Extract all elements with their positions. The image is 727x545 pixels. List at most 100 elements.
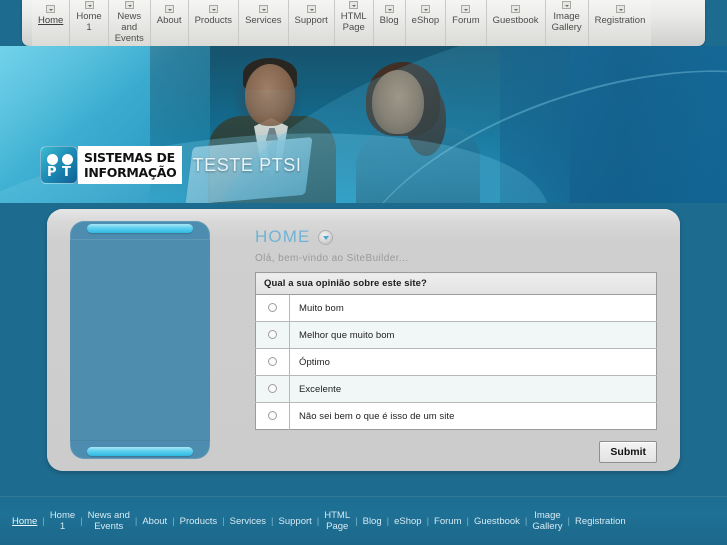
chevron-down-icon[interactable] [306, 5, 316, 13]
nav-item-products[interactable]: Products [187, 0, 239, 46]
footer: Home | Home 1 | News and Events | About | Produc… [0, 496, 727, 545]
site-title: TESTE PTSI [192, 154, 302, 175]
footer-item-about[interactable]: About [138, 516, 171, 527]
poll-option-label: Não sei bem o que é isso de um site [299, 410, 455, 422]
submit-row: Submit [255, 441, 657, 463]
banner-figure-man-head [245, 64, 295, 126]
chevron-down-icon[interactable] [258, 5, 268, 13]
logo-wordmark: SISTEMAS DE INFORMAÇÃO [78, 146, 182, 184]
content-panel-inner: HOME Olá, bem-vindo ao SiteBuilder... Qu… [47, 209, 680, 471]
poll-table-body: Muito bom Melhor que muito bom Óptimo Excel… [255, 294, 657, 430]
chevron-down-icon[interactable] [562, 1, 572, 9]
chevron-down-icon[interactable] [384, 5, 394, 13]
content-panel: HOME Olá, bem-vindo ao SiteBuilder... Qu… [47, 209, 680, 471]
logo-dot-right [62, 154, 73, 165]
nav-item-html-page[interactable]: HTML Page [333, 0, 373, 46]
footer-item-html-page[interactable]: HTML Page [320, 510, 354, 532]
nav-item-guestbook[interactable]: Guestbook [485, 0, 545, 46]
submit-button[interactable]: Submit [599, 441, 657, 463]
nav-item-forum[interactable]: Forum [445, 0, 486, 46]
footer-item-support[interactable]: Support [275, 516, 316, 527]
radio-button-icon[interactable] [268, 384, 277, 394]
poll-radio-cell[interactable] [255, 375, 290, 403]
chevron-down-circle-icon[interactable] [318, 229, 334, 245]
nav-item-image-gallery[interactable]: Image Gallery [544, 0, 588, 46]
nav-item-about[interactable]: About [149, 0, 188, 46]
poll-radio-cell[interactable] [255, 402, 290, 430]
nav-item-label: Image Gallery [551, 11, 582, 33]
sidebar-panel-body [70, 239, 210, 441]
chevron-down-icon[interactable] [420, 5, 430, 13]
nav-item-label: Home [38, 15, 64, 26]
chevron-down-icon[interactable] [208, 5, 218, 13]
nav-item-services[interactable]: Services [238, 0, 288, 46]
poll-option-row[interactable]: Excelente [255, 375, 657, 403]
logo-dot-left [47, 154, 58, 165]
page-title: HOME [255, 227, 311, 246]
nav-item-label: About [156, 15, 182, 26]
sidebar-accent-bar-bottom [87, 447, 193, 456]
poll-option-label: Melhor que muito bom [289, 321, 657, 349]
footer-item-products[interactable]: Products [176, 516, 222, 527]
chevron-down-icon[interactable] [164, 5, 174, 13]
radio-button-icon[interactable] [268, 303, 277, 313]
poll-radio-cell[interactable] [255, 321, 290, 349]
poll-option-row[interactable]: Muito bom [255, 294, 657, 322]
chevron-down-icon[interactable] [615, 5, 625, 13]
footer-navigation: Home | Home 1 | News and Events | About | Produc… [8, 497, 723, 545]
poll-radio-cell[interactable] [255, 348, 290, 376]
logo-letter-p: P [47, 165, 57, 180]
footer-item-home[interactable]: Home [8, 516, 41, 527]
footer-item-news and-events[interactable]: News and Events [84, 510, 134, 532]
poll-radio-cell[interactable] [255, 294, 290, 322]
footer-item-blog[interactable]: Blog [359, 516, 386, 527]
chevron-down-icon[interactable] [84, 1, 94, 9]
page-root: Home Home 1 News and Events About Products Se… [0, 0, 727, 545]
nav-item-label: Guestbook [492, 15, 539, 26]
poll-table: Qual a sua opinião sobre este site? Muit… [255, 272, 657, 430]
site-banner: P T SISTEMAS DE INFORMAÇÃO TESTE PTSI [0, 46, 727, 203]
nav-item-registration[interactable]: Registration [587, 0, 652, 46]
nav-item-label: Blog [379, 15, 399, 26]
page-heading: HOME [255, 227, 657, 247]
poll-option-row[interactable]: Não sei bem o que é isso de um site [255, 402, 657, 430]
nav-item-home[interactable]: Home [32, 0, 70, 46]
chevron-down-icon[interactable] [461, 5, 471, 13]
footer-item-eshop[interactable]: eShop [390, 516, 425, 527]
radio-button-icon[interactable] [268, 357, 277, 367]
nav-item-label: Support [294, 15, 328, 26]
nav-item-label: eShop [411, 15, 440, 26]
nav-item-label: Forum [452, 15, 480, 26]
radio-button-icon[interactable] [268, 411, 277, 421]
nav-item-eshop[interactable]: eShop [404, 0, 446, 46]
footer-item-services[interactable]: Services [226, 516, 270, 527]
chevron-down-icon[interactable] [511, 5, 521, 13]
footer-item-guestbook[interactable]: Guestbook [470, 516, 524, 527]
nav-item-support[interactable]: Support [287, 0, 334, 46]
radio-button-icon[interactable] [268, 330, 277, 340]
pt-logo-icon: P T [40, 146, 78, 184]
nav-item-label: HTML Page [340, 11, 367, 33]
top-navigation-bar: Home Home 1 News and Events About Products Se… [22, 0, 705, 46]
poll-option-row[interactable]: Óptimo [255, 348, 657, 376]
chevron-down-icon[interactable] [124, 1, 134, 9]
footer-item-image-gallery[interactable]: Image Gallery [528, 510, 566, 532]
welcome-text: Olá, bem-vindo ao SiteBuilder... [255, 253, 409, 264]
nav-item-news-and-events[interactable]: News and Events [107, 0, 150, 46]
sidebar-accent-bar-top [87, 224, 193, 233]
footer-item-forum[interactable]: Forum [430, 516, 465, 527]
poll-question: Qual a sua opinião sobre este site? [255, 272, 657, 295]
site-logo[interactable]: P T SISTEMAS DE INFORMAÇÃO TESTE PTSI [40, 146, 302, 184]
poll-option-label: Óptimo [289, 348, 657, 376]
logo-line-1: SISTEMAS DE [84, 150, 175, 165]
footer-item-registration[interactable]: Registration [571, 516, 630, 527]
nav-item-home-1[interactable]: Home 1 [69, 0, 108, 46]
nav-item-blog[interactable]: Blog [372, 0, 405, 46]
chevron-down-icon[interactable] [349, 1, 359, 9]
main-content: HOME Olá, bem-vindo ao SiteBuilder... Qu… [255, 227, 657, 463]
poll-option-label: Excelente [289, 375, 657, 403]
footer-item-home-1[interactable]: Home 1 [46, 510, 79, 532]
sidebar-panel [70, 221, 210, 459]
poll-option-row[interactable]: Melhor que muito bom [255, 321, 657, 349]
chevron-down-icon[interactable] [46, 5, 56, 13]
